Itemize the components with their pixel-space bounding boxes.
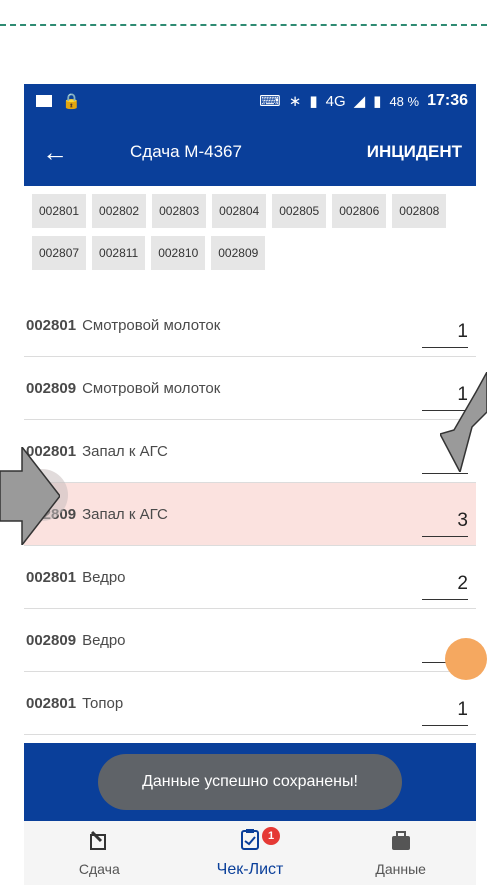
item-name: Запал к АГС: [82, 442, 168, 460]
notification-badge: 1: [262, 827, 281, 845]
list-item[interactable]: 002801 Смотровой молоток 1: [24, 294, 476, 357]
network-label: 4G: [325, 92, 346, 110]
item-code: 002809: [26, 631, 77, 649]
nav-item-checklist[interactable]: 1 Чек-Лист: [175, 821, 326, 885]
list-item[interactable]: 002801 Запал к АГС: [24, 420, 476, 483]
list-item[interactable]: 002809Ведро2: [24, 609, 476, 672]
item-name: Ведро: [82, 631, 126, 649]
wagon-chip[interactable]: 002807: [32, 236, 87, 270]
battery-icon: ▮: [373, 93, 382, 110]
floating-action-button[interactable]: [445, 638, 487, 680]
edit-icon: [88, 830, 110, 855]
bottom-navigation: Сдача 1 Чек-Лист Данные: [24, 821, 476, 885]
quantity-input[interactable]: 1: [422, 699, 468, 726]
quantity-input[interactable]: 2: [422, 573, 468, 600]
item-name: Смотровой молоток: [82, 379, 221, 397]
page-title: Сдача М-4367: [130, 142, 242, 161]
dashed-frame-border: [0, 0, 487, 26]
checklist: 002801 Смотровой молоток 1 002809 Смотровой …: [24, 294, 476, 735]
nav-label: Данные: [375, 860, 426, 877]
arrow-pointer-icon: [440, 372, 487, 472]
clock: 17:36: [427, 92, 468, 109]
nav-label: Чек-Лист: [216, 860, 284, 878]
nav-label: Сдача: [78, 860, 120, 877]
wagon-chip[interactable]: 002811: [92, 236, 146, 270]
item-code: 002809: [26, 379, 77, 397]
bluetooth-icon: ∗: [288, 93, 302, 110]
item-name: Смотровой молоток: [82, 316, 221, 334]
toast-message: Данные успешно сохранены!: [98, 754, 402, 810]
item-code: 002801: [26, 568, 77, 586]
incident-button[interactable]: ИНЦИДЕНТ: [367, 142, 462, 162]
wagon-chip[interactable]: 002802: [92, 194, 147, 228]
wagon-chip[interactable]: 002804: [212, 194, 267, 228]
wagon-chip[interactable]: 002806: [332, 194, 387, 228]
briefcase-icon: [390, 830, 412, 855]
quantity-input[interactable]: 3: [422, 510, 468, 537]
lock-icon: 🔒: [62, 93, 81, 110]
wagon-chip[interactable]: 002805: [272, 194, 327, 228]
camera-icon: [36, 95, 52, 107]
quantity-input[interactable]: 1: [422, 321, 468, 348]
item-name: Запал к АГС: [82, 505, 168, 523]
arrow-left-icon[interactable]: ←: [42, 137, 82, 168]
list-item[interactable]: 002809 Смотровой молоток 1: [24, 357, 476, 420]
clipboard-check-icon: [239, 828, 261, 855]
vibrate-icon: ▮: [309, 93, 318, 110]
battery-percent: 48 %: [389, 93, 420, 109]
wagon-chip[interactable]: 002808: [392, 194, 447, 228]
item-code: 002801: [26, 316, 77, 334]
list-item[interactable]: 002801 Топор 1: [24, 672, 476, 735]
nav-item-sdacha[interactable]: Сдача: [24, 821, 175, 885]
list-item[interactable]: 002809Запал к АГС3: [24, 483, 476, 546]
app-toolbar: ← Сдача М-4367 ИНЦИДЕНТ: [24, 118, 476, 186]
wagon-chip[interactable]: 002803: [152, 194, 207, 228]
signal-icon: ◢: [353, 93, 366, 110]
keyboard-icon: ⌨: [259, 93, 281, 110]
wagon-chip[interactable]: 002809: [211, 236, 266, 270]
list-item[interactable]: 002801 Ведро 2: [24, 546, 476, 609]
wagon-chip[interactable]: 002801: [32, 194, 87, 228]
item-code: 002801: [26, 694, 77, 712]
wagon-chip[interactable]: 002810: [151, 236, 206, 270]
wagon-chip-group: 002801 002802 002803 002804 002805 002806 0028…: [32, 194, 476, 270]
status-bar: 🔒 ⌨ ∗ ▮ 4G ◢ ▮ 48 % 17:36: [24, 84, 476, 118]
item-name: Топор: [82, 694, 124, 712]
nav-item-data[interactable]: Данные: [325, 821, 476, 885]
item-name: Ведро: [82, 568, 126, 586]
arrow-right-icon: [0, 447, 60, 545]
